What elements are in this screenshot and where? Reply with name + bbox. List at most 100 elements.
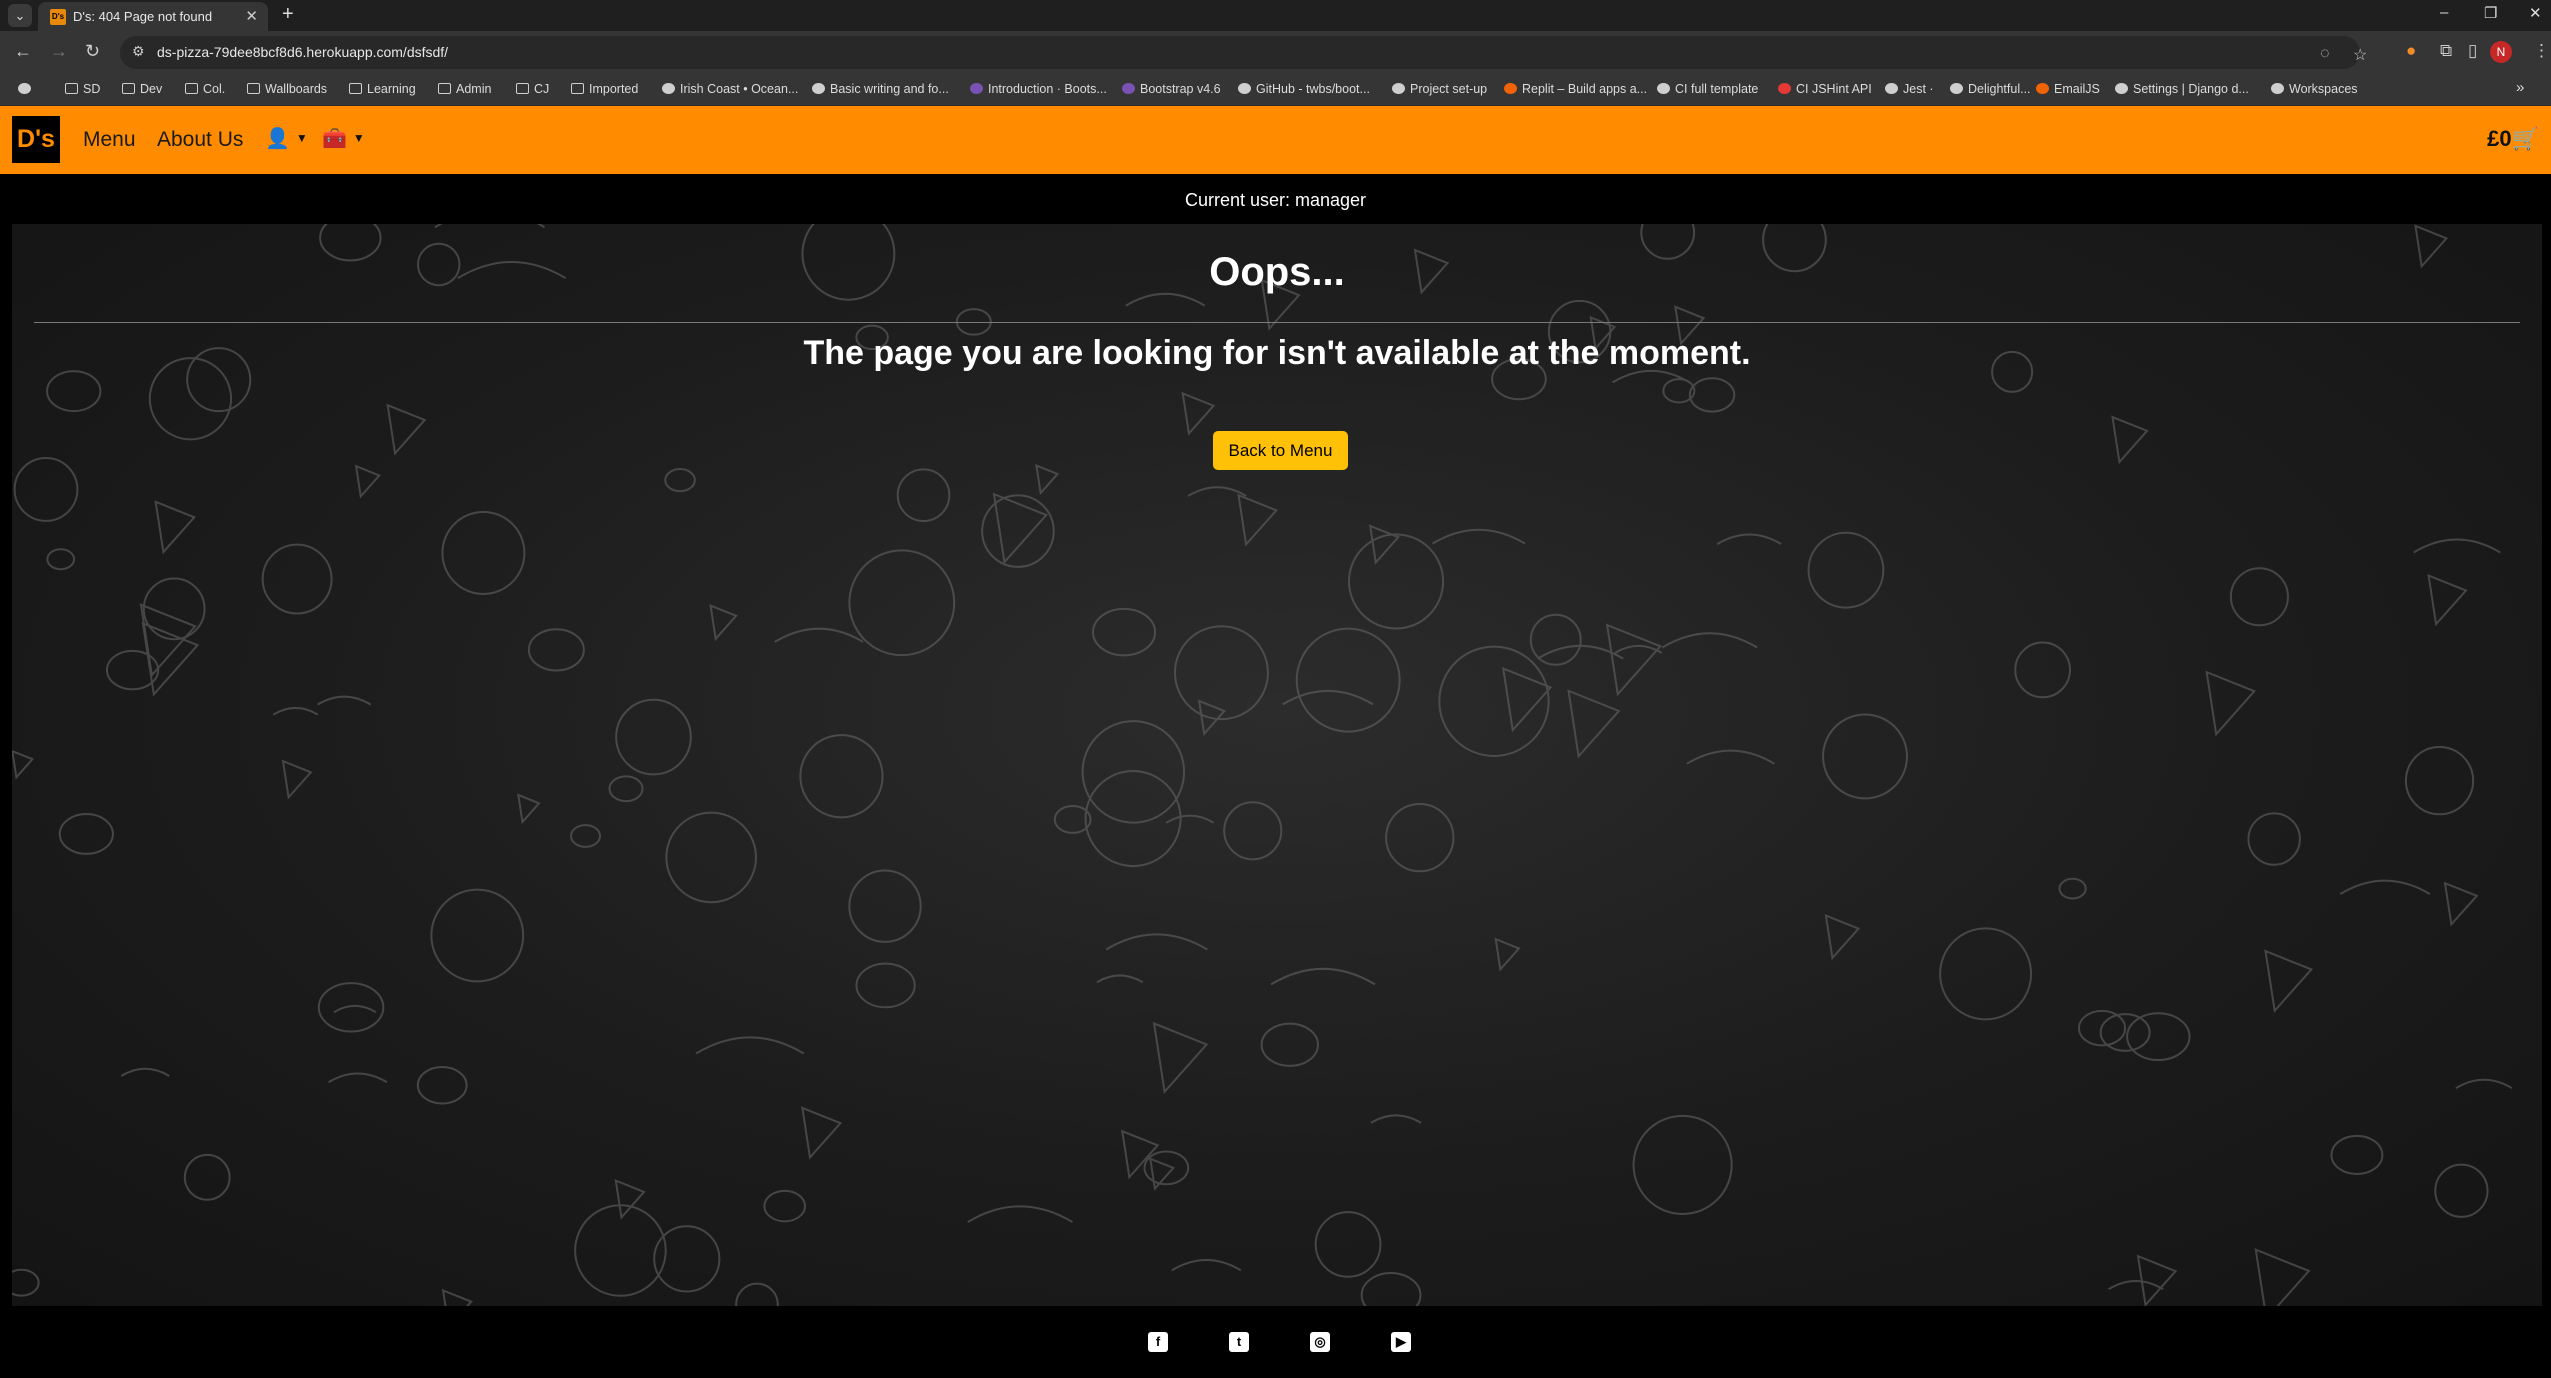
doodle-shape — [2427, 574, 2468, 627]
doodle-shape — [317, 695, 372, 706]
doodle-shape — [1096, 974, 1144, 984]
bookmark-item[interactable]: CI JSHint API — [1778, 82, 1872, 96]
bookmark-item[interactable]: CJ — [516, 82, 549, 96]
bookmark-item[interactable]: Settings | Django d... — [2115, 82, 2249, 96]
bookmark-item[interactable]: Bootstrap v4.6 — [1122, 82, 1221, 96]
apps-icon — [18, 83, 31, 94]
extensions-puzzle-icon[interactable]: ⧉ — [2440, 41, 2452, 61]
tab-list-button[interactable]: ⌄ — [8, 4, 32, 27]
doodle-shape — [1822, 713, 1909, 800]
bookmarks-overflow-button[interactable]: » — [2516, 79, 2524, 96]
doodle-shape — [1360, 1272, 1422, 1306]
doodle-shape — [416, 1065, 468, 1105]
address-bar[interactable]: ⚙ ds-pizza-79dee8bcf8d6.herokuapp.com/ds… — [120, 36, 2367, 69]
browser-tab-active[interactable]: D's D's: 404 Page not found ✕ — [38, 2, 268, 31]
doodle-shape — [614, 1179, 646, 1220]
doodle-shape — [1686, 749, 1775, 765]
profile-avatar[interactable]: N — [2490, 41, 2512, 63]
doodle-shape — [1282, 689, 1374, 706]
doodle-shape — [1270, 967, 1376, 986]
eye-slash-icon[interactable]: ◌ — [2320, 45, 2330, 63]
bookmark-item[interactable]: SD — [65, 82, 100, 96]
account-dropdown[interactable]: 👤 ▼ — [265, 126, 308, 151]
bookmark-item[interactable]: EmailJS — [2036, 82, 2100, 96]
bookmark-item[interactable]: Introduction · Boots... — [970, 82, 1107, 96]
bookmark-item[interactable]: Replit – Build apps a... — [1504, 82, 1647, 96]
jest-icon — [1885, 83, 1898, 94]
doodle-shape — [12, 749, 35, 780]
nav-about-link[interactable]: About Us — [157, 128, 243, 152]
doodle-shape — [1035, 463, 1060, 496]
doodle-shape — [1632, 1114, 1733, 1215]
browser-menu-icon[interactable]: ⋮ — [2533, 41, 2550, 61]
bookmark-item[interactable]: Dev — [122, 82, 162, 96]
nav-menu-link[interactable]: Menu — [83, 128, 136, 152]
bookmark-item[interactable]: Project set-up — [1392, 82, 1487, 96]
doodle-shape — [46, 548, 76, 571]
folder-icon — [65, 83, 78, 94]
doodle-shape — [1494, 937, 1521, 972]
folder-icon — [438, 83, 451, 94]
doodle-shape — [664, 468, 696, 493]
restore-button[interactable]: ❐ — [2484, 4, 2497, 22]
extension-icon[interactable]: ● — [2406, 41, 2416, 61]
doodle-shape — [2014, 641, 2072, 699]
doodle-shape — [1716, 533, 1782, 545]
bookmark-item[interactable]: Admin — [438, 82, 491, 96]
toolbox-icon: 🧰 — [322, 128, 347, 150]
bookmark-item[interactable]: Learning — [349, 82, 416, 96]
doodle-shape — [608, 775, 644, 803]
bookmark-item[interactable]: Jest · — [1885, 82, 1934, 96]
doodle-shape — [2205, 670, 2257, 737]
bookmark-label: Col. — [203, 82, 226, 96]
bookmark-item[interactable]: Basic writing and fo... — [812, 82, 949, 96]
folder-icon — [247, 83, 260, 94]
window-close-button[interactable]: ✕ — [2529, 4, 2542, 22]
doodle-shape — [1431, 528, 1526, 545]
bookmark-label: GitHub - twbs/boot... — [1256, 82, 1370, 96]
instagram-icon[interactable]: ◎ — [1310, 1332, 1330, 1352]
bookmark-star-icon[interactable]: ☆ — [2353, 45, 2367, 65]
doodle-shape — [1295, 627, 1401, 733]
back-button[interactable]: ← — [14, 41, 32, 62]
doodle-shape — [665, 811, 757, 904]
doodle-shape — [1105, 933, 1208, 951]
doodle-shape — [848, 549, 956, 657]
folder-icon — [122, 83, 135, 94]
url-text[interactable]: ds-pizza-79dee8bcf8d6.herokuapp.com/dsfs… — [157, 44, 448, 60]
globe-icon — [662, 83, 675, 94]
site-logo[interactable]: D's — [12, 116, 60, 163]
doodle-shape — [1152, 1021, 1209, 1095]
bookmark-item[interactable]: Delightful... — [1950, 82, 2031, 96]
bookmark-item[interactable]: GitHub - twbs/boot... — [1238, 82, 1370, 96]
bookmark-label: SD — [83, 82, 101, 96]
tab-favicon-icon: D's — [50, 9, 66, 25]
bookmark-label: Introduction · Boots... — [988, 82, 1107, 96]
bookmark-item[interactable]: Wallboards — [247, 82, 327, 96]
bookmark-item[interactable]: Col. — [185, 82, 225, 96]
site-info-icon[interactable]: ⚙ — [132, 43, 145, 60]
doodle-shape — [261, 543, 333, 615]
facebook-icon[interactable]: f — [1148, 1332, 1168, 1352]
bookmark-item[interactable]: Workspaces — [2271, 82, 2358, 96]
minimize-button[interactable]: – — [2440, 4, 2448, 21]
bookmark-item[interactable] — [18, 82, 36, 96]
new-tab-button[interactable]: + — [282, 3, 294, 26]
doodle-shape — [2247, 812, 2301, 866]
basket-link[interactable]: £0🛒 — [2487, 126, 2539, 152]
reload-button[interactable]: ↻ — [85, 41, 100, 62]
doodle-shape — [434, 224, 546, 229]
management-dropdown[interactable]: 🧰 ▼ — [322, 126, 365, 151]
tab-close-icon[interactable]: ✕ — [245, 7, 258, 25]
forward-button[interactable]: → — [50, 41, 68, 62]
folder-icon — [516, 83, 529, 94]
sidebar-icon[interactable]: ▯ — [2468, 41, 2477, 61]
bookmark-label: EmailJS — [2054, 82, 2100, 96]
user-icon: 👤 — [265, 128, 290, 150]
youtube-icon[interactable]: ▶ — [1391, 1332, 1411, 1352]
back-to-menu-button[interactable]: Back to Menu — [1213, 431, 1348, 470]
bookmark-item[interactable]: Irish Coast • Ocean... — [662, 82, 798, 96]
twitter-icon[interactable]: t — [1229, 1332, 1249, 1352]
bookmark-item[interactable]: CI full template — [1657, 82, 1758, 96]
bookmark-item[interactable]: Imported — [571, 82, 638, 96]
